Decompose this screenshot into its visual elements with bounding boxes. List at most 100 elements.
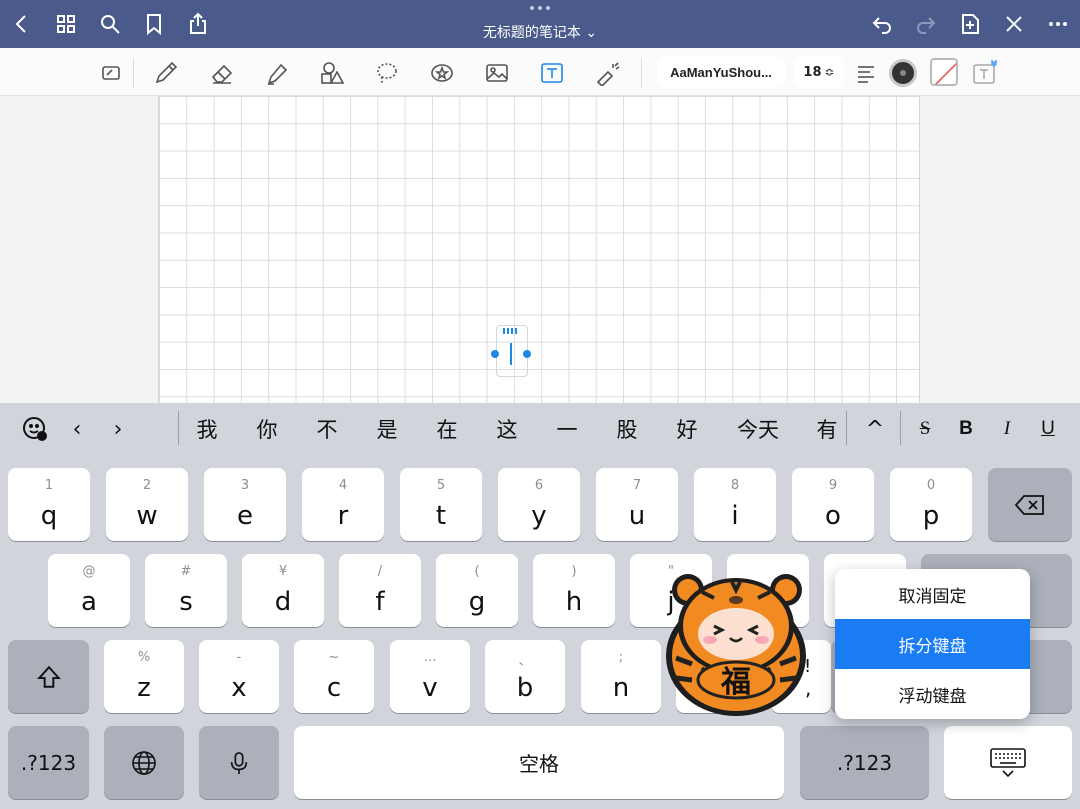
underline-button[interactable]: U (1035, 414, 1061, 444)
key-label: t (435, 501, 447, 531)
candidate-word[interactable]: 股 (610, 414, 644, 444)
text-box-resize-handle-right[interactable] (523, 350, 531, 358)
candidate-word[interactable]: 不 (310, 414, 344, 444)
chevron-up-icon[interactable]: ^ (860, 414, 890, 444)
numbers-key-left[interactable]: .?123 (8, 726, 89, 799)
candidate-word[interactable]: 这 (490, 414, 524, 444)
text-box-resize-handle-left[interactable] (491, 350, 499, 358)
text-icon[interactable] (537, 58, 567, 88)
strikethrough-button[interactable]: S (912, 414, 938, 444)
chevron-left-icon[interactable]: ‹ (62, 414, 92, 444)
italic-button[interactable]: I (994, 414, 1020, 444)
key-a[interactable]: @ a (48, 554, 130, 627)
candidate-word[interactable]: 在 (430, 414, 464, 444)
dictation-key[interactable] (199, 726, 279, 799)
canvas-area[interactable] (0, 96, 1080, 403)
text-color-picker[interactable] (889, 59, 917, 87)
font-selector[interactable]: AaManYuShou... (657, 57, 785, 87)
key-f[interactable]: / f (339, 554, 421, 627)
laser-pointer-icon[interactable] (592, 58, 622, 88)
key-d[interactable]: ¥ d (242, 554, 324, 627)
key-label: c (326, 673, 342, 703)
numbers-key-right[interactable]: .?123 (800, 726, 929, 799)
undo-icon[interactable] (868, 10, 896, 38)
redo-icon[interactable] (912, 10, 940, 38)
key-label: i (731, 501, 739, 531)
candidate-word[interactable]: 今天 (730, 414, 786, 444)
image-icon[interactable] (482, 58, 512, 88)
background-color-picker[interactable] (930, 58, 958, 86)
key-label: v (422, 673, 438, 703)
align-left-icon[interactable] (851, 58, 881, 88)
key-o[interactable]: 9o (792, 468, 874, 541)
key-w[interactable]: 2w (106, 468, 188, 541)
key-r[interactable]: 4r (302, 468, 384, 541)
key-c[interactable]: ~ c (294, 640, 374, 713)
microphone-icon (230, 751, 248, 774)
key-y[interactable]: 6y (498, 468, 580, 541)
key-i[interactable]: 8i (694, 468, 776, 541)
back-icon[interactable] (8, 10, 36, 38)
delete-key[interactable] (988, 468, 1072, 541)
key-x[interactable]: -x (199, 640, 279, 713)
multitask-grabber[interactable] (528, 6, 552, 12)
candidate-word[interactable]: 我 (190, 414, 224, 444)
more-icon[interactable] (1044, 10, 1072, 38)
key-g[interactable]: (g (436, 554, 518, 627)
font-size-stepper[interactable]: 18 ≎ (794, 57, 844, 87)
key-u[interactable]: 7u (596, 468, 678, 541)
key-t[interactable]: 5t (400, 468, 482, 541)
key-label: w (136, 501, 158, 531)
share-icon[interactable] (184, 10, 212, 38)
document-title[interactable]: 无标题的笔记本 ⌄ (440, 22, 640, 42)
menu-item-split-keyboard[interactable]: 拆分键盘 (835, 619, 1030, 669)
search-icon[interactable] (96, 10, 124, 38)
candidate-word[interactable]: 好 (670, 414, 704, 444)
candidate-word[interactable]: 是 (370, 414, 404, 444)
sticker-icon[interactable] (427, 58, 457, 88)
add-page-icon[interactable] (956, 10, 984, 38)
format-divider (900, 411, 901, 445)
keyboard-options-menu: 取消固定 拆分键盘 浮动键盘 (835, 569, 1030, 719)
space-key[interactable]: 空格 (294, 726, 784, 799)
lasso-icon[interactable] (372, 58, 402, 88)
key-label: .?123 (20, 750, 77, 775)
key-p[interactable]: 0p (890, 468, 972, 541)
candidate-word[interactable]: 你 (250, 414, 284, 444)
key-hint: 7 (632, 478, 642, 493)
candidate-word[interactable]: 一 (550, 414, 584, 444)
grid-icon[interactable] (52, 10, 80, 38)
key-n[interactable]: ; n (581, 640, 661, 713)
bold-button[interactable]: B (953, 414, 979, 444)
key-z[interactable]: % z (104, 640, 184, 713)
eraser-icon[interactable] (207, 58, 237, 88)
key-hint: ¥ (278, 564, 288, 579)
key-v[interactable]: … v (390, 640, 470, 713)
key-s[interactable]: # s (145, 554, 227, 627)
chevron-right-icon[interactable]: › (103, 414, 133, 444)
key-label: n (612, 673, 630, 703)
shift-key[interactable] (8, 640, 89, 713)
close-tools-icon[interactable] (1000, 10, 1028, 38)
shape-recognition-icon[interactable] (96, 58, 126, 88)
shapes-icon[interactable] (317, 58, 347, 88)
sticker-text: 福 (720, 665, 751, 700)
pen-icon[interactable] (151, 58, 181, 88)
menu-item-floating-keyboard[interactable]: 浮动键盘 (835, 669, 1030, 719)
text-style-icon[interactable] (969, 58, 999, 88)
candidate-word[interactable]: 有 (810, 414, 844, 444)
key-h[interactable]: ) h (533, 554, 615, 627)
key-e[interactable]: 3e (204, 468, 286, 541)
key-q[interactable]: 1q (8, 468, 90, 541)
bookmark-icon[interactable] (140, 10, 168, 38)
tiger-sticker: 福 (666, 574, 806, 716)
globe-key[interactable] (104, 726, 184, 799)
document-title-text: 无标题的笔记本 (482, 25, 581, 41)
grid-page[interactable] (158, 96, 920, 403)
emoji-keyboard-icon[interactable] (20, 414, 50, 444)
text-box-drag-handle[interactable] (503, 328, 521, 334)
dismiss-keyboard-key[interactable] (944, 726, 1072, 799)
highlighter-icon[interactable] (262, 58, 292, 88)
key-b[interactable]: 、 b (485, 640, 565, 713)
menu-item-unpin[interactable]: 取消固定 (835, 569, 1030, 619)
